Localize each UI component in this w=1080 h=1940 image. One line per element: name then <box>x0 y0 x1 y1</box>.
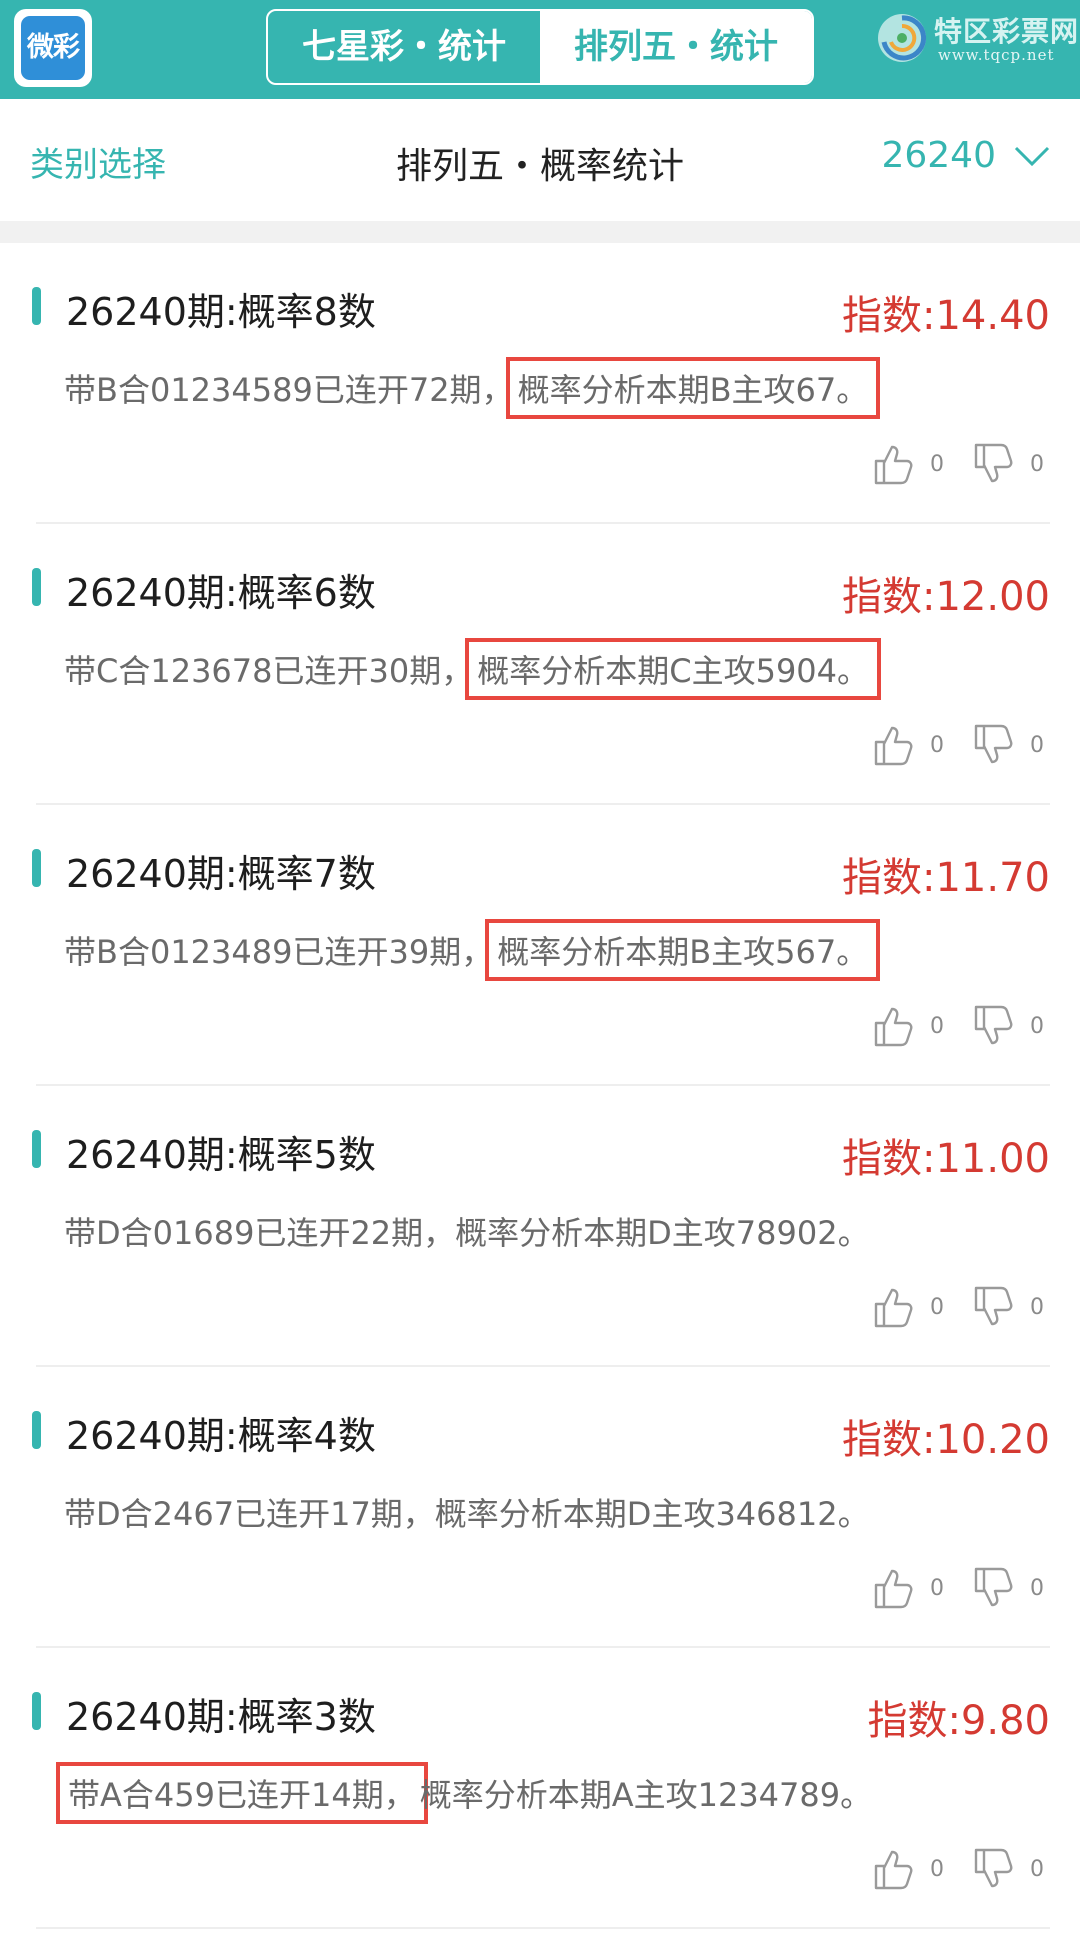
dislike-count: 0 <box>1030 1856 1044 1882</box>
item-text-part: 带B合0123489已连开39期， <box>64 933 494 971</box>
item-text-part: 带C合123678已连开30期， <box>64 652 474 690</box>
thumbs-up-icon <box>872 1565 916 1611</box>
item-index: 指数:12.00 <box>842 574 1050 620</box>
thumbs-up-icon <box>872 1284 916 1330</box>
highlighted-text: 概率分析本期B主攻67。 <box>505 357 881 419</box>
dislike-button[interactable]: 0 <box>972 1003 1044 1049</box>
site-watermark-logo: 特区彩票网 www.tqcp.net <box>876 8 1078 68</box>
like-count: 0 <box>930 732 944 758</box>
like-button[interactable]: 0 <box>872 1565 944 1611</box>
vote-bar: 00 <box>872 1565 1044 1611</box>
item-title: 26240期:概率4数 <box>66 1414 376 1458</box>
dislike-button[interactable]: 0 <box>972 722 1044 768</box>
item-title: 26240期:概率5数 <box>66 1133 376 1177</box>
dislike-count: 0 <box>1030 451 1044 477</box>
item-divider <box>36 1927 1050 1929</box>
lottery-tab-switch: 七星彩・统计 排列五・统计 <box>266 9 814 85</box>
list-item[interactable]: 26240期:概率8数 指数:14.40 带B合01234589已连开72期， 概率分… <box>0 243 1080 524</box>
vote-bar: 00 <box>872 1284 1044 1330</box>
list-item[interactable]: 26240期:概率7数 指数:11.70 带B合0123489已连开39期， 概率分析… <box>0 805 1080 1086</box>
thumbs-down-icon <box>972 1846 1016 1892</box>
item-index: 指数:11.70 <box>842 855 1050 901</box>
highlighted-text: 概率分析本期B主攻567。 <box>485 919 881 981</box>
like-button[interactable]: 0 <box>872 722 944 768</box>
dislike-count: 0 <box>1030 1575 1044 1601</box>
vote-bar: 00 <box>872 441 1044 487</box>
dislike-count: 0 <box>1030 1013 1044 1039</box>
dislike-button[interactable]: 0 <box>972 1284 1044 1330</box>
like-count: 0 <box>930 1856 944 1882</box>
item-text-part: 概率分析本期A主攻1234789。 <box>419 1776 873 1814</box>
item-text-part: 带D合01689已连开22期，概率分析本期D主攻78902。 <box>64 1214 870 1252</box>
item-index: 指数:11.00 <box>842 1136 1050 1182</box>
thumbs-down-icon <box>972 441 1016 487</box>
list-item[interactable]: 26240期:概率3数 指数:9.80 带A合459已连开14期， 概率分析本期A主攻… <box>0 1648 1080 1929</box>
sub-header: 类别选择 排列五・概率统计 26240 <box>0 99 1080 221</box>
highlighted-text: 概率分析本期C主攻5904。 <box>465 638 882 700</box>
like-count: 0 <box>930 1013 944 1039</box>
accent-bar <box>32 849 41 887</box>
section-divider <box>0 221 1080 243</box>
dislike-count: 0 <box>1030 732 1044 758</box>
like-count: 0 <box>930 1575 944 1601</box>
item-title: 26240期:概率7数 <box>66 852 376 896</box>
list-item[interactable]: 26240期:概率4数 指数:10.20 带D合2467已连开17期，概率分析本期D… <box>0 1367 1080 1648</box>
tab-qixingcai-stats[interactable]: 七星彩・统计 <box>268 11 540 83</box>
like-button[interactable]: 0 <box>872 1284 944 1330</box>
item-text-part: 带D合2467已连开17期，概率分析本期D主攻346812。 <box>64 1495 870 1533</box>
item-description: 带D合01689已连开22期，概率分析本期D主攻78902。 <box>64 1208 870 1254</box>
accent-bar <box>32 1411 41 1449</box>
item-description: 带C合123678已连开30期， 概率分析本期C主攻5904。 <box>64 638 882 700</box>
thumbs-down-icon <box>972 1565 1016 1611</box>
like-button[interactable]: 0 <box>872 441 944 487</box>
dislike-count: 0 <box>1030 1294 1044 1320</box>
thumbs-up-icon <box>872 441 916 487</box>
item-index: 指数:9.80 <box>867 1698 1050 1744</box>
item-description: 带A合459已连开14期， 概率分析本期A主攻1234789。 <box>56 1762 873 1824</box>
period-dropdown[interactable]: 26240 <box>881 135 1050 176</box>
item-index: 指数:10.20 <box>842 1417 1050 1463</box>
chevron-down-icon <box>1014 146 1050 166</box>
thumbs-down-icon <box>972 1003 1016 1049</box>
dislike-button[interactable]: 0 <box>972 1846 1044 1892</box>
thumbs-up-icon <box>872 1846 916 1892</box>
list-item[interactable]: 26240期:概率5数 指数:11.00 带D合01689已连开22期，概率分析本期… <box>0 1086 1080 1367</box>
item-text-part: 带B合01234589已连开72期， <box>64 371 514 409</box>
highlighted-text: 带A合459已连开14期， <box>56 1762 428 1824</box>
vote-bar: 00 <box>872 722 1044 768</box>
like-count: 0 <box>930 451 944 477</box>
item-title: 26240期:概率6数 <box>66 571 376 615</box>
like-button[interactable]: 0 <box>872 1846 944 1892</box>
thumbs-up-icon <box>872 1003 916 1049</box>
app-logo-text: 微彩 <box>21 16 85 80</box>
top-bar: 微彩 七星彩・统计 排列五・统计 特区彩票网 www.tqcp.net <box>0 0 1080 99</box>
accent-bar <box>32 1130 41 1168</box>
list-item[interactable]: 26240期:概率6数 指数:12.00 带C合123678已连开30期， 概率分析本… <box>0 524 1080 805</box>
item-title: 26240期:概率8数 <box>66 290 376 334</box>
accent-bar <box>32 1692 41 1730</box>
vote-bar: 00 <box>872 1846 1044 1892</box>
item-index: 指数:14.40 <box>842 293 1050 339</box>
dislike-button[interactable]: 0 <box>972 1565 1044 1611</box>
accent-bar <box>32 287 41 325</box>
dislike-button[interactable]: 0 <box>972 441 1044 487</box>
spiral-logo-icon <box>878 14 927 62</box>
item-description: 带B合01234589已连开72期， 概率分析本期B主攻67。 <box>64 357 881 419</box>
item-title: 26240期:概率3数 <box>66 1695 376 1739</box>
like-count: 0 <box>930 1294 944 1320</box>
app-logo[interactable]: 微彩 <box>14 9 92 87</box>
item-description: 带B合0123489已连开39期， 概率分析本期B主攻567。 <box>64 919 881 981</box>
thumbs-down-icon <box>972 722 1016 768</box>
site-url: www.tqcp.net <box>938 46 1055 64</box>
like-button[interactable]: 0 <box>872 1003 944 1049</box>
accent-bar <box>32 568 41 606</box>
vote-bar: 00 <box>872 1003 1044 1049</box>
item-description: 带D合2467已连开17期，概率分析本期D主攻346812。 <box>64 1489 870 1535</box>
tab-pailie5-stats[interactable]: 排列五・统计 <box>540 11 812 83</box>
thumbs-up-icon <box>872 722 916 768</box>
site-name: 特区彩票网 <box>934 15 1080 48</box>
thumbs-down-icon <box>972 1284 1016 1330</box>
period-value: 26240 <box>881 135 996 176</box>
